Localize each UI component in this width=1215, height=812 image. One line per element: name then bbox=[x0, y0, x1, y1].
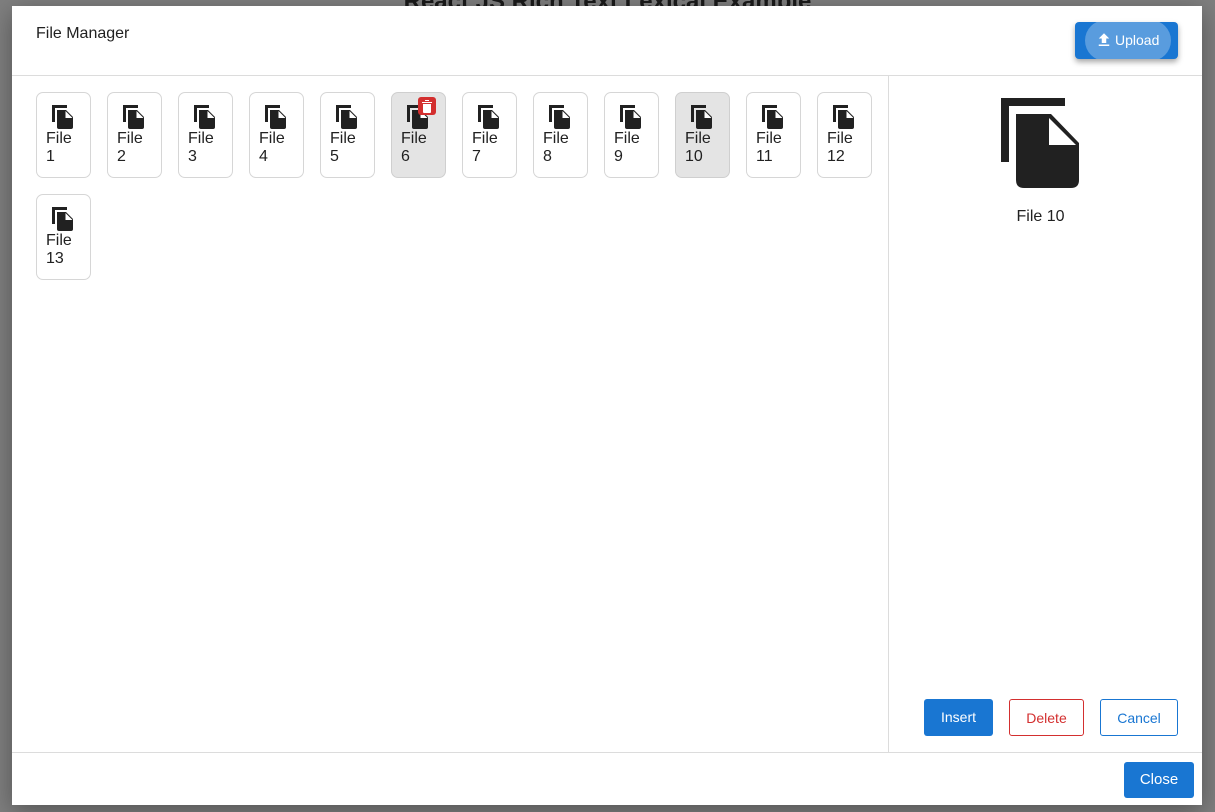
file-copy-icon bbox=[265, 105, 287, 129]
insert-button[interactable]: Insert bbox=[924, 699, 993, 736]
preview-file-name: File 10 bbox=[1016, 208, 1065, 225]
file-copy-icon bbox=[762, 105, 784, 129]
upload-icon bbox=[1098, 33, 1110, 46]
file-tile-label: File 10 bbox=[685, 130, 711, 165]
file-tile[interactable]: File 11 bbox=[746, 92, 801, 178]
file-tile-label: File 12 bbox=[827, 130, 853, 165]
file-tile[interactable]: File 10 bbox=[675, 92, 730, 178]
delete-button[interactable]: Delete bbox=[1009, 699, 1084, 736]
file-tile-label: File 2 bbox=[117, 130, 143, 165]
file-tile-label: File 13 bbox=[46, 232, 72, 267]
file-tile[interactable]: File 9 bbox=[604, 92, 659, 178]
file-copy-icon bbox=[194, 105, 216, 129]
cancel-button[interactable]: Cancel bbox=[1100, 699, 1178, 736]
file-tile-label: File 1 bbox=[46, 130, 72, 165]
file-tile[interactable]: File 3 bbox=[178, 92, 233, 178]
dialog-header: File Manager Upload bbox=[12, 6, 1202, 76]
trash-icon[interactable] bbox=[418, 97, 436, 115]
file-tile-label: File 3 bbox=[188, 130, 214, 165]
file-tile-label: File 9 bbox=[614, 130, 640, 165]
file-tile-label: File 8 bbox=[543, 130, 569, 165]
file-tile[interactable]: File 1 bbox=[36, 92, 91, 178]
file-tile[interactable]: File 5 bbox=[320, 92, 375, 178]
upload-button[interactable]: Upload bbox=[1075, 22, 1178, 59]
close-button[interactable]: Close bbox=[1124, 762, 1194, 798]
file-tile[interactable]: File 4 bbox=[249, 92, 304, 178]
file-tile[interactable]: File 8 bbox=[533, 92, 588, 178]
file-copy-icon bbox=[52, 207, 74, 231]
file-copy-icon bbox=[620, 105, 642, 129]
file-tile-label: File 6 bbox=[401, 130, 427, 165]
file-copy-icon bbox=[478, 105, 500, 129]
dialog-body: File 1 File 2 File 3 File 4 File 5 File 6 File… bbox=[12, 76, 1202, 752]
file-tile[interactable]: File 6 bbox=[391, 92, 446, 178]
file-copy-icon bbox=[833, 105, 855, 129]
file-manager-dialog: File Manager Upload File 1 File 2 File 3 Fi… bbox=[12, 6, 1202, 805]
file-copy-icon bbox=[1001, 98, 1079, 188]
file-tile[interactable]: File 2 bbox=[107, 92, 162, 178]
file-tile-label: File 5 bbox=[330, 130, 356, 165]
upload-button-label: Upload bbox=[1115, 32, 1160, 48]
file-tile[interactable]: File 13 bbox=[36, 194, 91, 280]
file-copy-icon bbox=[336, 105, 358, 129]
file-copy-icon bbox=[691, 105, 713, 129]
file-preview-pane: File 10 Insert Delete Cancel bbox=[889, 76, 1202, 752]
file-grid: File 1 File 2 File 3 File 4 File 5 File 6 File… bbox=[12, 76, 889, 752]
file-tile[interactable]: File 7 bbox=[462, 92, 517, 178]
file-copy-icon bbox=[549, 105, 571, 129]
file-copy-icon bbox=[52, 105, 74, 129]
file-tile-label: File 7 bbox=[472, 130, 498, 165]
file-tile[interactable]: File 12 bbox=[817, 92, 872, 178]
file-tile-label: File 11 bbox=[756, 130, 782, 165]
dialog-title: File Manager bbox=[36, 25, 130, 42]
dialog-footer: Close bbox=[12, 752, 1202, 806]
file-copy-icon bbox=[123, 105, 145, 129]
file-tile-label: File 4 bbox=[259, 130, 285, 165]
